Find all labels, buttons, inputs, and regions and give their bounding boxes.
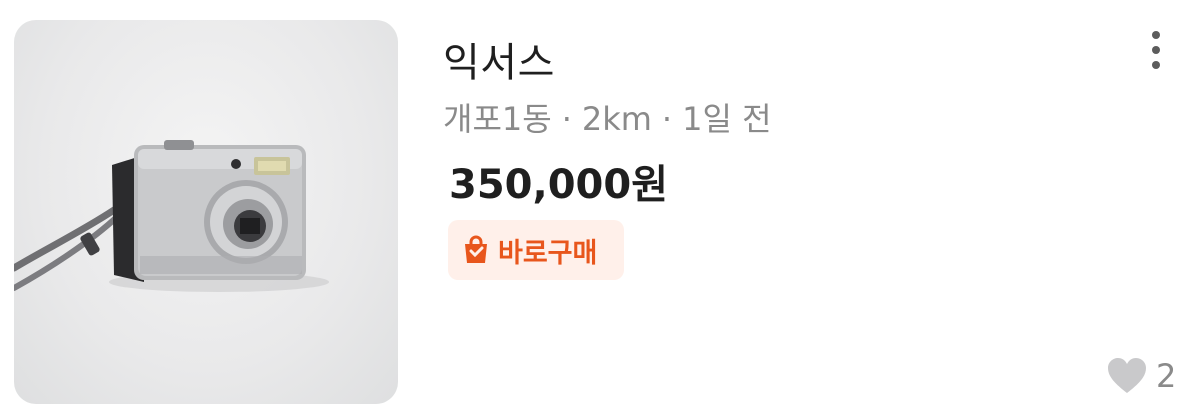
heart-icon [1106,356,1148,396]
item-posted-time: 1일 전 [682,100,772,138]
shopping-bag-icon [460,234,492,266]
meta-separator: · [561,100,572,138]
listing-card[interactable]: 익서스 개포1동 · 2km · 1일 전 350,000원 바로구매 2 [0,0,1200,416]
like-count-value: 2 [1156,357,1177,395]
meta-separator: · [661,100,673,138]
item-meta: 개포1동 · 2km · 1일 전 [443,94,772,140]
more-options-button[interactable] [1136,22,1176,78]
item-price: 350,000원 [449,162,668,208]
direct-buy-badge: 바로구매 [448,220,624,280]
item-title: 익서스 [443,40,555,86]
direct-buy-label: 바로구매 [498,237,598,269]
like-count: 2 [1106,356,1176,396]
more-vertical-icon [1152,31,1160,39]
item-distance: 2km [581,100,652,138]
item-thumbnail[interactable] [14,20,398,404]
item-location: 개포1동 [443,100,552,138]
camera-photo-icon [14,140,329,292]
